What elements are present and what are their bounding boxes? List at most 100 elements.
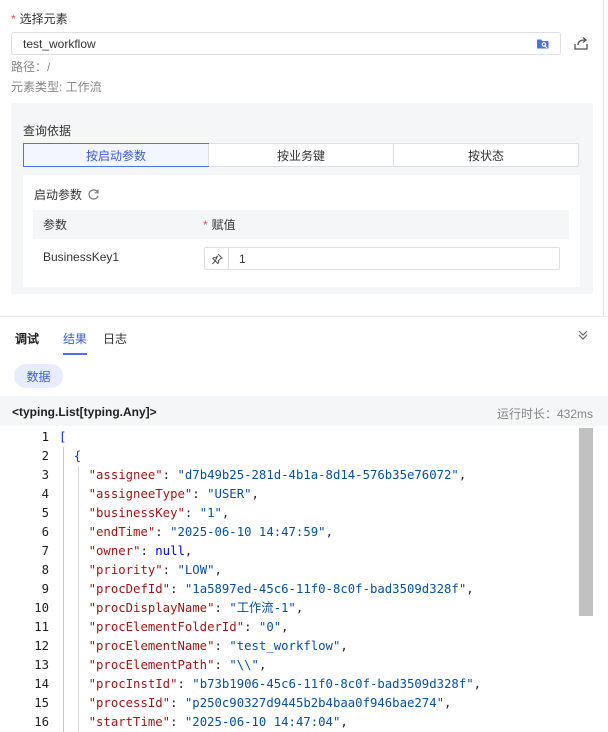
result-header: <typing.List[typing.Any]> 运行时长：432ms [0, 396, 608, 426]
line-number: 6 [41, 525, 49, 539]
json-key: procElementFolderId [96, 620, 237, 634]
json-key: procDisplayName [96, 601, 208, 615]
required-mark: * [11, 12, 16, 26]
code-text: "assigneeType": "USER", [88, 487, 259, 501]
tab-debug[interactable]: 调试 [15, 330, 39, 347]
element-input[interactable]: test_workflow [11, 32, 561, 55]
scrollbar-thumb[interactable] [579, 428, 593, 616]
json-value: "1a5897ed-45c6-11f0-8c0f-bad3509d328f" [184, 582, 467, 596]
code-line: 11 "procElementFolderId": "0", [0, 618, 580, 637]
line-number: 13 [34, 658, 49, 672]
line-number: 11 [34, 620, 49, 634]
code-text: "processId": "p250c90327d9445b2b4baa0f94… [88, 696, 452, 710]
panel-edge [603, 0, 604, 316]
code-text: "owner": null, [88, 544, 193, 558]
code-text: "procDefId": "1a5897ed-45c6-11f0-8c0f-ba… [88, 582, 474, 596]
line-number: 5 [41, 506, 49, 520]
start-params-title: 启动参数 [34, 186, 100, 203]
json-key: assigneeType [96, 487, 185, 501]
col-value: * 赋值 [203, 216, 236, 233]
json-value: "p250c90327d9445b2b4baa0f946bae274" [184, 696, 445, 710]
json-value: "b73b1906-45c6-11f0-8c0f-bad3509d328f" [192, 677, 474, 691]
tab-result[interactable]: 结果 [63, 330, 87, 347]
pin-icon[interactable] [205, 248, 229, 269]
element-input-value: test_workflow [23, 36, 96, 51]
col-value-text: 赋值 [211, 218, 236, 232]
param-value: 1 [239, 251, 246, 266]
code-text: "procElementPath": "\\", [88, 658, 267, 672]
code-line: 6 "endTime": "2025-06-10 14:47:59", [0, 523, 580, 542]
code-text: "procDisplayName": "工作流-1", [88, 601, 304, 615]
element-path: 路径：/ [11, 60, 51, 74]
json-bracket: [ [59, 430, 67, 444]
code-text: "priority": "LOW", [88, 563, 222, 577]
line-number: 1 [41, 430, 49, 444]
line-number: 10 [34, 601, 49, 615]
tab-by-start-params[interactable]: 按启动参数 [23, 143, 209, 167]
code-line: 16 "startTime": "2025-06-10 14:47:04", [0, 713, 580, 732]
code-line: 4 "assigneeType": "USER", [0, 485, 580, 504]
code-line: 7 "owner": null, [0, 542, 580, 561]
line-number: 14 [34, 677, 49, 691]
data-pill-button[interactable]: 数据 [14, 364, 63, 388]
code-line: 12 "procElementName": "test_workflow", [0, 637, 580, 656]
json-value: "test_workflow" [229, 639, 341, 653]
line-number: 9 [41, 582, 49, 596]
share-icon[interactable] [573, 35, 589, 51]
json-key: endTime [96, 525, 148, 539]
tab-by-status[interactable]: 按状态 [393, 144, 578, 166]
json-key: processId [96, 696, 163, 710]
start-params-title-text: 启动参数 [34, 188, 83, 202]
code-line: 15 "processId": "p250c90327d9445b2b4baa0… [0, 694, 580, 713]
code-line: 14 "procInstId": "b73b1906-45c6-11f0-8c0… [0, 675, 580, 694]
code-line: 3 "assignee": "d7b49b25-281d-4b1a-8d14-5… [0, 466, 580, 485]
code-line: 1[ [0, 428, 580, 447]
code-text: "procInstId": "b73b1906-45c6-11f0-8c0f-b… [88, 677, 482, 691]
param-key: BusinessKey1 [43, 250, 120, 264]
params-table-header: 参数 * 赋值 [33, 210, 569, 239]
tab-log[interactable]: 日志 [103, 330, 127, 347]
tab-by-business-key[interactable]: 按业务键 [208, 144, 393, 166]
json-value: "1" [199, 506, 222, 520]
json-value: null [155, 544, 185, 558]
code-text: "startTime": "2025-06-10 14:47:04", [88, 715, 348, 729]
json-key: owner [96, 544, 134, 558]
folder-icon[interactable] [536, 37, 550, 50]
select-element-text: 选择元素 [19, 12, 68, 26]
chevrons-down-icon[interactable] [577, 329, 589, 341]
runtime-label: 运行时长：432ms [496, 407, 593, 421]
code-line: 13 "procElementPath": "\\", [0, 656, 580, 675]
start-params-panel: 启动参数 参数 * 赋值 BusinessKey1 1 [23, 175, 580, 287]
line-number: 2 [41, 449, 49, 463]
json-value: "0" [258, 620, 282, 634]
line-number: 16 [34, 715, 49, 729]
json-bracket: { [59, 449, 82, 463]
line-number: 12 [34, 639, 49, 653]
code-text: "endTime": "2025-06-10 14:47:59", [88, 525, 333, 539]
line-number: 15 [34, 696, 49, 710]
code-line: 9 "procDefId": "1a5897ed-45c6-11f0-8c0f-… [0, 580, 580, 599]
line-number: 7 [41, 544, 49, 558]
json-key: priority [96, 563, 156, 577]
code-line: 5 "businessKey": "1", [0, 504, 580, 523]
code-line: 2 { [0, 447, 580, 466]
code-text: "businessKey": "1", [88, 506, 230, 520]
result-type: <typing.List[typing.Any]> [12, 405, 157, 419]
active-tab-indicator [63, 353, 87, 355]
code-text: { [59, 447, 81, 466]
json-key: assignee [96, 468, 156, 482]
query-title: 查询依据 [23, 124, 72, 138]
element-section: * 选择元素 test_workflow 路径：/ 元素类型: 工作流 查询依据 … [0, 0, 608, 316]
line-number: 8 [41, 563, 49, 577]
required-mark: * [203, 218, 208, 232]
json-key: procElementName [96, 639, 208, 653]
query-panel: 查询依据 按启动参数 按业务键 按状态 启动参数 参数 * 赋值 Business… [11, 103, 593, 294]
refresh-icon[interactable] [87, 188, 100, 201]
code-line: 10 "procDisplayName": "工作流-1", [0, 599, 580, 618]
code-line: 8 "priority": "LOW", [0, 561, 580, 580]
json-key: procDefId [96, 582, 163, 596]
json-value: "LOW" [177, 563, 215, 577]
json-viewer[interactable]: 1[2 {3 "assignee": "d7b49b25-281d-4b1a-8… [0, 427, 594, 732]
param-value-input[interactable]: 1 [204, 247, 560, 270]
line-number: 4 [41, 487, 49, 501]
